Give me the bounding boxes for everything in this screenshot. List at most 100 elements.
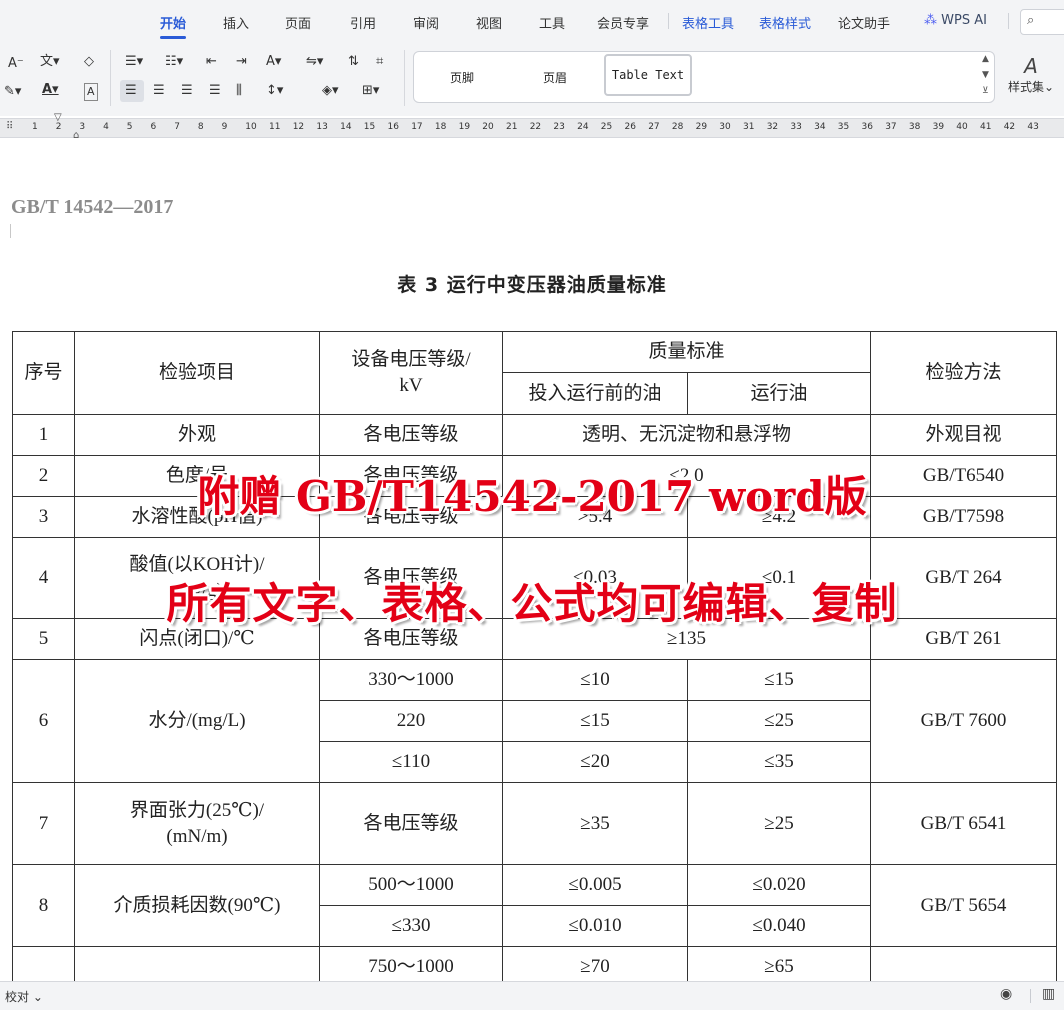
ruler-number: 11 [269, 122, 281, 132]
left-indent-marker[interactable]: ⌂ [73, 130, 79, 141]
menu-separator [1008, 13, 1009, 29]
bullet-list-icon[interactable]: ☰▾ [125, 54, 143, 70]
ruler-number: 24 [577, 122, 589, 132]
ruler-number: 2 [55, 122, 62, 132]
font-color-icon[interactable]: A▾ [42, 82, 59, 98]
cell-running: ≤25 [687, 700, 871, 742]
horizontal-ruler[interactable]: ⠿ 1 2 3 4 5 6 7 8 9 10 11 12 13 14 15 16 17 18 19 20 21 22 23 2… [0, 118, 1064, 138]
style-header[interactable]: 页眉 [543, 69, 567, 86]
ruler-number: 4 [103, 122, 109, 132]
increase-indent-icon[interactable]: ⇥ [236, 54, 247, 70]
cell-running: ≤0.020 [687, 864, 871, 906]
ruler-number: 7 [174, 122, 180, 132]
align-right-icon[interactable]: ☰ [181, 83, 193, 99]
search-input[interactable]: ⌕ [1020, 9, 1064, 35]
cell-before: ≤15 [502, 700, 688, 742]
header-voltage-line1: 设备电压等级/ [351, 349, 471, 370]
ruler-number: 10 [245, 122, 257, 132]
style-table-text[interactable]: Table Text [604, 54, 692, 96]
search-icon: ⌕ [1027, 13, 1035, 28]
style-footer[interactable]: 页脚 [450, 69, 474, 86]
chinese-layout-icon[interactable]: A▾ [266, 54, 281, 70]
phonetic-guide-icon[interactable]: 文▾ [40, 54, 60, 70]
cell-item-line1: 界面张力(25℃)/ [129, 799, 265, 821]
ruler-number: 20 [482, 122, 494, 132]
gallery-up-icon[interactable]: ▲ [982, 54, 989, 64]
cell-before: ≤0.005 [502, 864, 688, 906]
tab-view[interactable]: 视图 [476, 13, 502, 32]
ruler-number: 12 [292, 122, 305, 132]
align-left-icon[interactable]: ☰ [125, 83, 137, 99]
header-voltage: 设备电压等级/kV [319, 331, 503, 415]
ruler-number: 31 [743, 122, 755, 132]
tab-tools[interactable]: 工具 [539, 13, 565, 32]
ribbon-separator [110, 50, 111, 106]
tab-table-style[interactable]: 表格样式 [759, 13, 811, 32]
menu-bar: 开始 插入 页面 引用 审阅 视图 工具 会员专享 表格工具 表格样式 论文助手… [0, 0, 1064, 42]
table-row: 1 外观 各电压等级 透明、无沉淀物和悬浮物 外观目视 [12, 414, 1057, 456]
gallery-down-icon[interactable]: ▼ [982, 70, 989, 80]
line-spacing-icon[interactable]: ↕▾ [266, 83, 283, 99]
cell-item: 外观 [74, 414, 320, 456]
cell-running: ≤35 [687, 741, 871, 783]
cell-running: ≤0.040 [687, 905, 871, 947]
tab-insert[interactable]: 插入 [223, 13, 249, 32]
cell-voltage: 220 [319, 700, 503, 742]
font-size-decrease-icon[interactable]: A⁻ [8, 56, 24, 72]
cell-method: 外观目视 [870, 414, 1057, 456]
distribute-icon[interactable]: ⫼ [236, 83, 242, 99]
cell-voltage: 各电压等级 [319, 782, 503, 865]
shading-icon[interactable]: ◈▾ [322, 83, 339, 99]
numbered-list-icon[interactable]: ☷▾ [165, 54, 183, 70]
gallery-expand-icon[interactable]: ⊻ [982, 86, 989, 96]
tab-references[interactable]: 引用 [350, 13, 376, 32]
tab-home[interactable]: 开始 [160, 13, 186, 32]
ruler-number: 34 [814, 122, 826, 132]
ruler-number: 19 [458, 122, 471, 132]
cell-voltage: 500～1000 [319, 864, 503, 906]
borders-icon[interactable]: ⊞▾ [362, 83, 379, 99]
ruler-number: 23 [553, 122, 565, 132]
style-set-icon: A [1024, 54, 1038, 78]
tab-table-tools[interactable]: 表格工具 [682, 13, 734, 32]
proofread-button[interactable]: 校对 ⌄ [5, 988, 43, 1005]
style-gallery[interactable]: 页脚 页眉 [413, 51, 995, 103]
ruler-number: 28 [671, 122, 684, 132]
ruler-number: 3 [79, 122, 86, 132]
character-border-icon[interactable]: A [84, 83, 98, 101]
ruler-number: 37 [885, 122, 897, 132]
tab-wps-ai[interactable]: ⁂ WPS AI [924, 13, 987, 28]
ruler-number: 1 [32, 122, 38, 132]
ruler-number: 17 [411, 122, 423, 132]
style-table-text-label: Table Text [611, 68, 685, 82]
first-line-indent-marker[interactable]: ▽ [54, 112, 62, 123]
style-set-button[interactable]: A 样式集⌄ [1004, 54, 1058, 95]
ruler-number: 43 [1027, 122, 1039, 132]
sort-icon[interactable]: ⇅ [348, 54, 359, 70]
cell-before: ≤20 [502, 741, 688, 783]
ruler-number: 41 [980, 122, 992, 132]
text-direction-icon[interactable]: ⇋▾ [306, 54, 323, 70]
tab-paper-assistant[interactable]: 论文助手 [838, 13, 890, 32]
highlight-color-icon[interactable]: ✎▾ [4, 84, 21, 100]
cell-method: GB/T 5654 [870, 864, 1057, 947]
tab-member[interactable]: 会员专享 [597, 13, 649, 32]
decrease-indent-icon[interactable]: ⇤ [206, 54, 217, 70]
cell-voltage: ≤330 [319, 905, 503, 947]
show-marks-icon[interactable]: ⌗ [376, 54, 383, 70]
page-view-icon[interactable]: ▥ [1042, 986, 1055, 1002]
ruler-number: 22 [529, 122, 542, 132]
cell-running: ≤15 [687, 659, 871, 701]
tab-review[interactable]: 审阅 [413, 13, 439, 32]
cell-method: GB/T 7600 [870, 659, 1057, 783]
align-center-icon[interactable]: ☰ [153, 83, 165, 99]
clear-format-icon[interactable]: ◇ [84, 54, 94, 70]
cell-no: 1 [12, 414, 75, 456]
wps-ai-label: WPS AI [941, 13, 987, 28]
eye-icon[interactable]: ◉ [1000, 986, 1012, 1002]
table-row: 8 介质损耗因数(90℃) 500～1000 ≤0.005 ≤0.020 GB/… [12, 864, 1057, 947]
cell-no: 8 [12, 864, 75, 947]
justify-icon[interactable]: ☰ [209, 83, 221, 99]
tab-page[interactable]: 页面 [285, 13, 311, 32]
ruler-number: 30 [719, 122, 731, 132]
